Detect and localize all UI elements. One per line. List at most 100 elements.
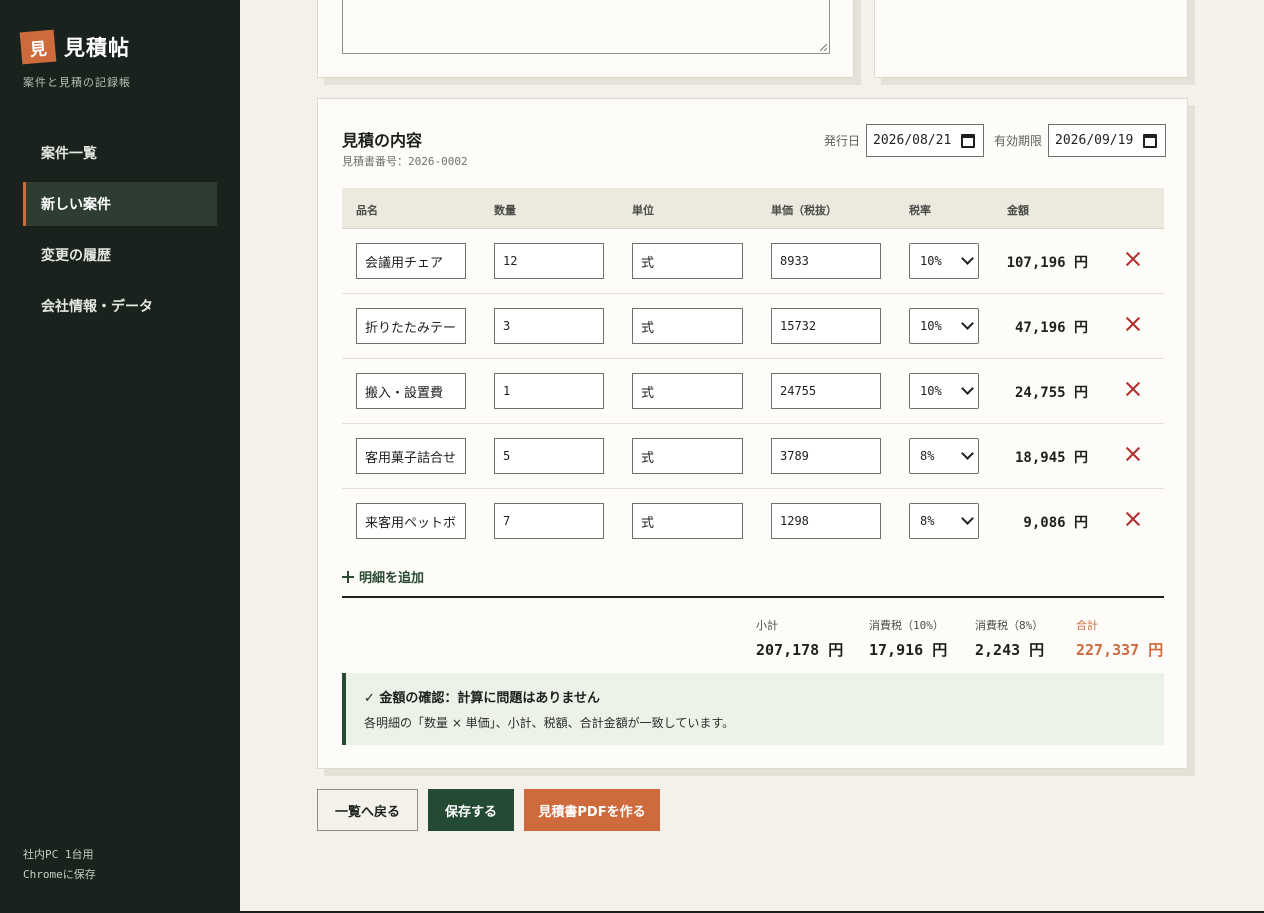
item-name-input[interactable]: 会議用チェア [356,243,466,279]
estimate-title: 見積の内容 [342,131,423,150]
tax8-label: 消費税（8%） [975,619,1044,632]
delete-row-icon[interactable] [1126,317,1140,331]
delete-row-icon[interactable] [1126,512,1140,526]
qty-input[interactable]: 1 [494,373,604,409]
chevron-down-icon [961,447,974,460]
issue-date-input[interactable]: 2026/08/21 [866,124,985,157]
tax-select-value: 8% [920,449,935,463]
subtotal-value: 207,178 円 [756,641,844,659]
resize-handle-icon[interactable] [819,43,827,51]
tax-select-value: 10% [920,384,942,398]
validation-message: ✓ 金額の確認：計算に問題はありません 各明細の「数量 × 単価」、小計、税額、… [342,673,1164,745]
item-name-input[interactable]: 折りたたみテー [356,308,466,344]
expiry-date-group: 有効期限 2026/09/19 [994,124,1167,157]
col-item: 品名 [356,204,378,217]
item-name-input[interactable]: 来客用ペットボ [356,503,466,539]
subtotal-label: 小計 [756,619,778,632]
logo-mark: 見 [19,29,57,65]
row-amount: 9,086 円 [1023,515,1088,531]
delete-row-icon[interactable] [1126,252,1140,266]
side-card [874,0,1188,78]
estimate-number: 見積書番号：2026-0002 [342,155,468,168]
table-header: 品名 数量 単位 単価（税抜） 税率 金額 [342,188,1164,229]
totals-divider [342,596,1164,598]
tax-select[interactable]: 8% [909,438,979,474]
calendar-icon[interactable] [1143,134,1158,148]
unit-input[interactable]: 式 [632,503,743,539]
save-button[interactable]: 保存する [428,789,514,831]
issue-date-group: 発行日 2026/08/21 [824,124,985,157]
sidebar: 見 見積帖 案件と見積の記録帳 案件一覧 新しい案件 変更の履歴 会社情報・デー… [0,0,240,913]
tax8-total: 消費税（8%） 2,243 円 [975,617,1044,660]
app-name: 見積帖 [64,36,130,60]
price-input[interactable]: 1298 [771,503,881,539]
row-amount: 47,196 円 [1014,320,1088,336]
unit-input[interactable]: 式 [632,308,743,344]
expiry-date-input[interactable]: 2026/09/19 [1048,124,1167,157]
item-name-input[interactable]: 搬入・設置費 [356,373,466,409]
grand-total-value: 227,337 円 [1076,641,1164,659]
row-amount: 24,755 円 [1014,385,1088,401]
chevron-down-icon [961,382,974,395]
qty-input[interactable]: 12 [494,243,604,279]
calendar-icon[interactable] [961,134,976,148]
estimate-card: 見積の内容 見積書番号：2026-0002 発行日 2026/08/21 有効期… [317,98,1188,769]
row-amount: 107,196 円 [1006,255,1088,271]
validation-title: ✓ 金額の確認：計算に問題はありません [364,691,601,706]
tax10-value: 17,916 円 [869,641,948,659]
create-pdf-button[interactable]: 見積書PDFを作る [524,789,660,831]
unit-input[interactable]: 式 [632,373,743,409]
delete-row-icon[interactable] [1126,382,1140,396]
tax-select[interactable]: 10% [909,373,979,409]
grand-total-label: 合計 [1076,619,1098,632]
table-row: 搬入・設置費 1 式 24755 10% 24,755 円 [342,359,1164,424]
issue-date-value: 2026/08/21 [873,133,952,148]
sidebar-item-company-data[interactable]: 会社情報・データ [23,284,217,328]
app-tagline: 案件と見積の記録帳 [23,76,131,89]
chevron-down-icon [961,317,974,330]
expiry-date-value: 2026/09/19 [1055,133,1134,148]
unit-input[interactable]: 式 [632,243,743,279]
delete-row-icon[interactable] [1126,447,1140,461]
price-input[interactable]: 24755 [771,373,881,409]
col-amount: 金額 [1007,204,1029,217]
tax10-label: 消費税（10%） [869,619,944,632]
add-line-button[interactable]: 明細を追加 [342,567,424,586]
item-name-input[interactable]: 客用菓子詰合せ [356,438,466,474]
sidebar-item-project-list[interactable]: 案件一覧 [23,131,217,175]
price-input[interactable]: 3789 [771,438,881,474]
tax10-total: 消費税（10%） 17,916 円 [869,617,947,660]
brand[interactable]: 見 見積帖 [19,29,130,65]
sidebar-item-new-project[interactable]: 新しい案件 [23,182,217,226]
tax-select[interactable]: 10% [909,308,979,344]
unit-input[interactable]: 式 [632,438,743,474]
back-to-list-button[interactable]: 一覧へ戻る [317,789,418,831]
qty-input[interactable]: 7 [494,503,604,539]
col-price: 単価（税抜） [771,204,837,217]
sidebar-nav: 案件一覧 新しい案件 変更の履歴 会社情報・データ [23,131,217,335]
tax-select[interactable]: 10% [909,243,979,279]
col-qty: 数量 [494,204,516,217]
sidebar-item-history[interactable]: 変更の履歴 [23,233,217,277]
footer-line-2: Chromeに保存 [23,868,96,881]
notes-textarea[interactable] [342,0,830,54]
qty-input[interactable]: 3 [494,308,604,344]
validation-body: 各明細の「数量 × 単価」、小計、税額、合計金額が一致しています。 [364,716,735,730]
table-row: 客用菓子詰合せ 5 式 3789 8% 18,945 円 [342,424,1164,489]
tax-select-value: 10% [920,319,942,333]
price-input[interactable]: 8933 [771,243,881,279]
col-tax: 税率 [909,204,931,217]
add-line-label: 明細を追加 [359,571,425,586]
plus-icon [342,570,354,583]
price-input[interactable]: 15732 [771,308,881,344]
chevron-down-icon [961,512,974,525]
chevron-down-icon [961,252,974,265]
subtotal: 小計 207,178 円 [756,617,843,660]
notes-card [317,0,854,78]
tax-select[interactable]: 8% [909,503,979,539]
row-amount: 18,945 円 [1014,450,1088,466]
qty-input[interactable]: 5 [494,438,604,474]
table-row: 来客用ペットボ 7 式 1298 8% 9,086 円 [342,489,1164,554]
issue-date-label: 発行日 [824,134,861,148]
table-row: 折りたたみテー 3 式 15732 10% 47,196 円 [342,294,1164,359]
